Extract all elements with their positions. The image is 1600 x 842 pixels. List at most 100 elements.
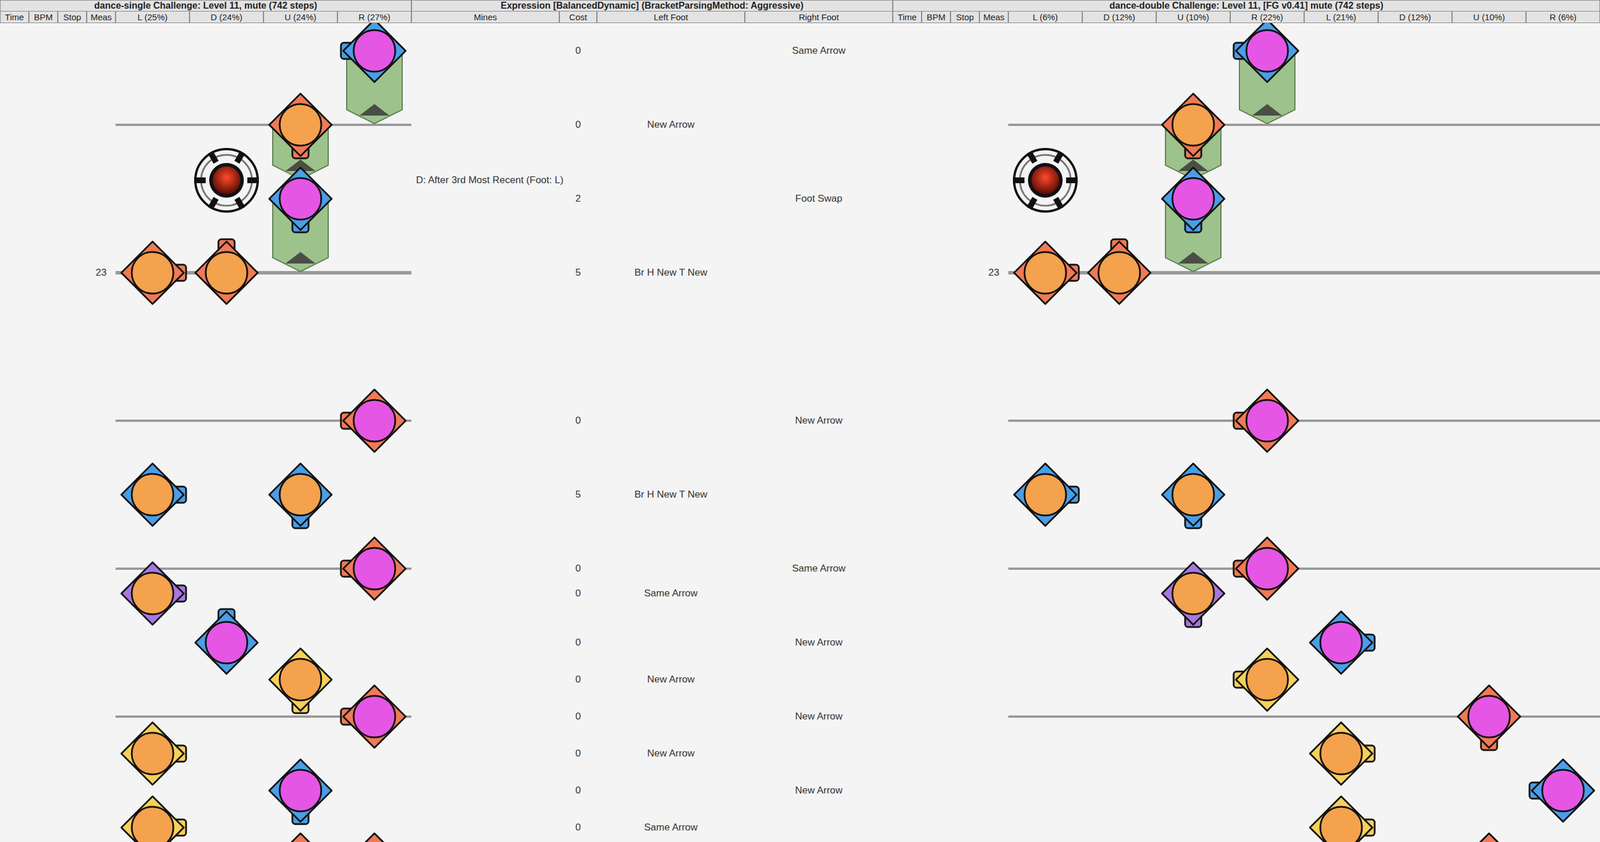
- column-header[interactable]: R (6%): [1526, 11, 1600, 24]
- column-header[interactable]: Time: [892, 11, 922, 24]
- note-icon[interactable]: [263, 457, 338, 532]
- beat-line: [1008, 419, 1600, 422]
- chart-canvas[interactable]: 23: [892, 23, 1600, 842]
- column-header[interactable]: R (27%): [337, 11, 412, 24]
- note-icon[interactable]: [1008, 235, 1083, 310]
- column-header[interactable]: L (25%): [115, 11, 190, 24]
- column-header[interactable]: Meas: [86, 11, 116, 24]
- note-icon[interactable]: [1156, 556, 1231, 631]
- column-header[interactable]: L (6%): [1008, 11, 1083, 24]
- expression-title: Expression [BalancedDynamic] (BracketPar…: [411, 0, 893, 12]
- left-foot-text: New Arrow: [596, 672, 745, 687]
- column-header[interactable]: D (24%): [189, 11, 264, 24]
- cost-text: 5: [559, 487, 597, 502]
- right-foot-text: Foot Swap: [744, 191, 893, 206]
- panels: dance-single Challenge: Level 11, mute (…: [0, 0, 1600, 842]
- mine-icon: [191, 145, 262, 215]
- note-icon[interactable]: [263, 87, 338, 162]
- cost-text: 5: [559, 265, 597, 280]
- note-icon[interactable]: [1230, 23, 1305, 88]
- note-icon[interactable]: [337, 23, 412, 88]
- left-foot-text: New Arrow: [596, 746, 745, 761]
- column-header-row: TimeBPMStopMeasL (6%)D (12%)U (10%)R (22…: [892, 11, 1600, 24]
- expression-canvas: 0Same Arrow0New ArrowD: After 3rd Most R…: [411, 23, 893, 842]
- note-icon[interactable]: [1230, 383, 1305, 458]
- column-header[interactable]: R (22%): [1230, 11, 1305, 24]
- chart-viewer: dance-single Challenge: Level 11, mute (…: [0, 0, 1600, 842]
- left-foot-text: Same Arrow: [596, 586, 745, 601]
- column-header[interactable]: BPM: [28, 11, 58, 24]
- chart-title: dance-single Challenge: Level 11, mute (…: [0, 0, 412, 12]
- note-icon[interactable]: [263, 161, 338, 236]
- column-header[interactable]: D (12%): [1082, 11, 1157, 24]
- column-header[interactable]: U (10%): [1452, 11, 1527, 24]
- note-icon[interactable]: [337, 531, 412, 606]
- note-icon[interactable]: [115, 790, 190, 842]
- column-header[interactable]: Cost: [559, 11, 597, 24]
- cost-text: 0: [559, 709, 597, 724]
- single-chart-panel: dance-single Challenge: Level 11, mute (…: [0, 0, 412, 842]
- chart-title: dance-double Challenge: Level 11, [FG v0…: [892, 0, 1600, 12]
- column-header[interactable]: Meas: [979, 11, 1009, 24]
- cost-text: 0: [559, 586, 597, 601]
- cost-text: 2: [559, 191, 597, 206]
- note-icon[interactable]: [1304, 790, 1379, 842]
- right-foot-text: Same Arrow: [744, 43, 893, 58]
- note-icon[interactable]: [1230, 642, 1305, 717]
- column-header[interactable]: Time: [0, 11, 29, 24]
- cost-text: 0: [559, 672, 597, 687]
- column-header[interactable]: Stop: [57, 11, 87, 24]
- left-foot-text: Same Arrow: [596, 820, 745, 835]
- note-icon[interactable]: [263, 827, 338, 842]
- mines-text: D: After 3rd Most Recent (Foot: L): [411, 173, 560, 188]
- column-header[interactable]: L (21%): [1304, 11, 1379, 24]
- note-icon[interactable]: [1452, 679, 1527, 754]
- column-header[interactable]: U (10%): [1156, 11, 1231, 24]
- column-header[interactable]: Stop: [950, 11, 980, 24]
- note-icon[interactable]: [115, 716, 190, 791]
- note-icon[interactable]: [1008, 457, 1083, 532]
- note-icon[interactable]: [1452, 827, 1527, 842]
- right-foot-text: New Arrow: [744, 635, 893, 650]
- column-header[interactable]: BPM: [921, 11, 951, 24]
- column-header[interactable]: D (12%): [1378, 11, 1453, 24]
- cost-text: 0: [559, 746, 597, 761]
- note-icon[interactable]: [263, 642, 338, 717]
- column-header[interactable]: Right Foot: [744, 11, 893, 24]
- note-icon[interactable]: [115, 556, 190, 631]
- beat-line: [1008, 123, 1600, 126]
- right-foot-text: Same Arrow: [744, 561, 893, 576]
- note-icon[interactable]: [1304, 716, 1379, 791]
- measure-number: 23: [86, 265, 116, 280]
- note-icon[interactable]: [1304, 605, 1379, 680]
- column-header[interactable]: Mines: [411, 11, 560, 24]
- right-foot-text: New Arrow: [744, 783, 893, 798]
- note-icon[interactable]: [115, 457, 190, 532]
- note-icon[interactable]: [263, 753, 338, 828]
- left-foot-text: Br H New T New: [596, 487, 745, 502]
- note-icon[interactable]: [1526, 753, 1600, 828]
- chart-canvas[interactable]: 23: [0, 23, 412, 842]
- note-icon[interactable]: [337, 679, 412, 754]
- note-icon[interactable]: [115, 235, 190, 310]
- note-icon[interactable]: [337, 383, 412, 458]
- column-header[interactable]: Left Foot: [596, 11, 745, 24]
- note-icon[interactable]: [189, 235, 264, 310]
- column-header-row: TimeBPMStopMeasL (25%)D (24%)U (24%)R (2…: [0, 11, 412, 24]
- beat-line: [115, 123, 412, 126]
- note-icon[interactable]: [337, 827, 412, 842]
- note-icon[interactable]: [189, 605, 264, 680]
- expression-panel: Expression [BalancedDynamic] (BracketPar…: [411, 0, 893, 842]
- note-icon[interactable]: [1156, 161, 1231, 236]
- column-header[interactable]: U (24%): [263, 11, 338, 24]
- note-icon[interactable]: [1156, 87, 1231, 162]
- cost-text: 0: [559, 117, 597, 132]
- note-icon[interactable]: [1156, 457, 1231, 532]
- left-foot-text: New Arrow: [596, 117, 745, 132]
- note-icon[interactable]: [1230, 531, 1305, 606]
- cost-text: 0: [559, 783, 597, 798]
- measure-number: 23: [979, 265, 1009, 280]
- cost-text: 0: [559, 561, 597, 576]
- right-foot-text: New Arrow: [744, 413, 893, 428]
- note-icon[interactable]: [1082, 235, 1157, 310]
